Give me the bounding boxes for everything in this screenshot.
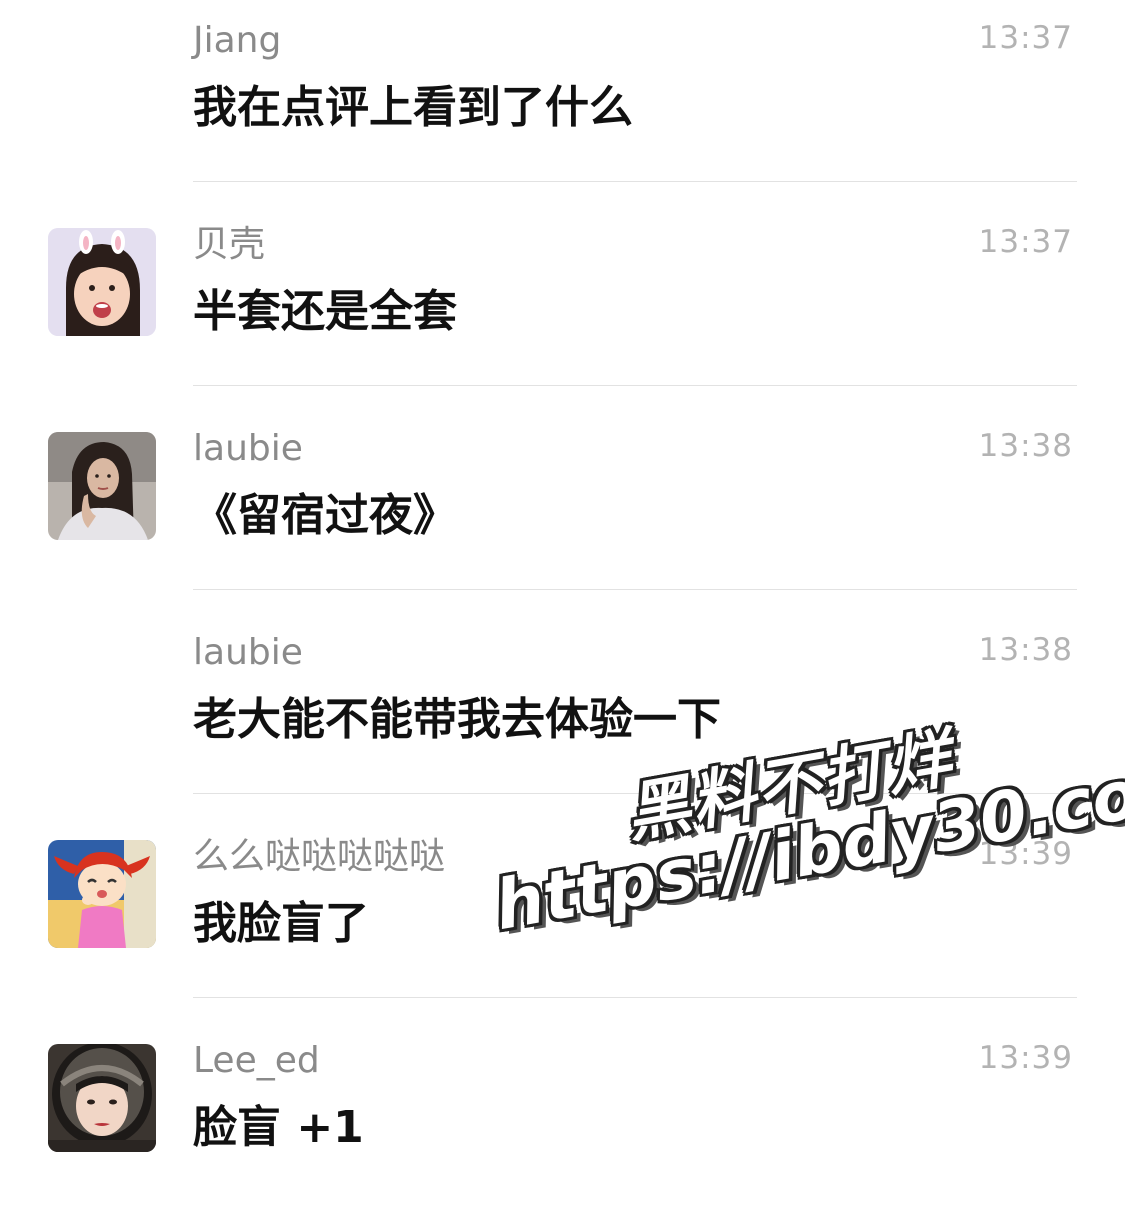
woman-avatar-image [48, 432, 156, 540]
message-time: 13:39 [978, 1040, 1073, 1076]
avatar[interactable] [48, 1044, 156, 1152]
sender-name[interactable]: Lee_ed [193, 1039, 320, 1083]
chat-message-list: Jiang 13:37 我在点评上看到了什么 贝壳 13:37 半套还是全套 l… [0, 0, 1125, 1183]
chat-message[interactable]: Jiang 13:37 我在点评上看到了什么 [0, 0, 1125, 204]
message-divider [193, 997, 1077, 998]
helmet-woman-avatar-image [48, 1044, 156, 1152]
sender-name[interactable]: laubie [193, 631, 303, 675]
sender-name[interactable]: 么么哒哒哒哒哒 [193, 835, 445, 879]
message-text: 脸盲 +1 [193, 1102, 364, 1153]
avatar[interactable] [48, 228, 156, 336]
message-text: 我在点评上看到了什么 [193, 82, 633, 133]
avatar[interactable] [48, 432, 156, 540]
message-divider [193, 589, 1077, 590]
message-text: 老大能不能带我去体验一下 [193, 694, 721, 745]
message-time: 13:38 [978, 428, 1073, 464]
chat-message[interactable]: 么么哒哒哒哒哒 13:39 我脸盲了 [0, 816, 1125, 1020]
message-text: 半套还是全套 [193, 286, 457, 337]
message-text: 《留宿过夜》 [193, 490, 457, 541]
message-time: 13:39 [978, 836, 1073, 872]
message-text: 我脸盲了 [193, 898, 369, 949]
chat-message[interactable]: laubie 13:38 老大能不能带我去体验一下 [0, 612, 1125, 816]
message-divider [193, 385, 1077, 386]
cartoon-girl-avatar-image [48, 840, 156, 948]
avatar[interactable] [48, 840, 156, 948]
chat-message[interactable]: 贝壳 13:37 半套还是全套 [0, 204, 1125, 408]
message-divider [193, 793, 1077, 794]
child-avatar-image [48, 228, 156, 336]
sender-name[interactable]: laubie [193, 427, 303, 471]
chat-message[interactable]: Lee_ed 13:39 脸盲 +1 [0, 1020, 1125, 1224]
sender-name[interactable]: Jiang [193, 19, 281, 63]
message-divider [193, 181, 1077, 182]
chat-message[interactable]: laubie 13:38 《留宿过夜》 [0, 408, 1125, 612]
message-time: 13:37 [978, 224, 1073, 260]
message-time: 13:38 [978, 632, 1073, 668]
message-time: 13:37 [978, 20, 1073, 56]
sender-name[interactable]: 贝壳 [193, 223, 265, 267]
